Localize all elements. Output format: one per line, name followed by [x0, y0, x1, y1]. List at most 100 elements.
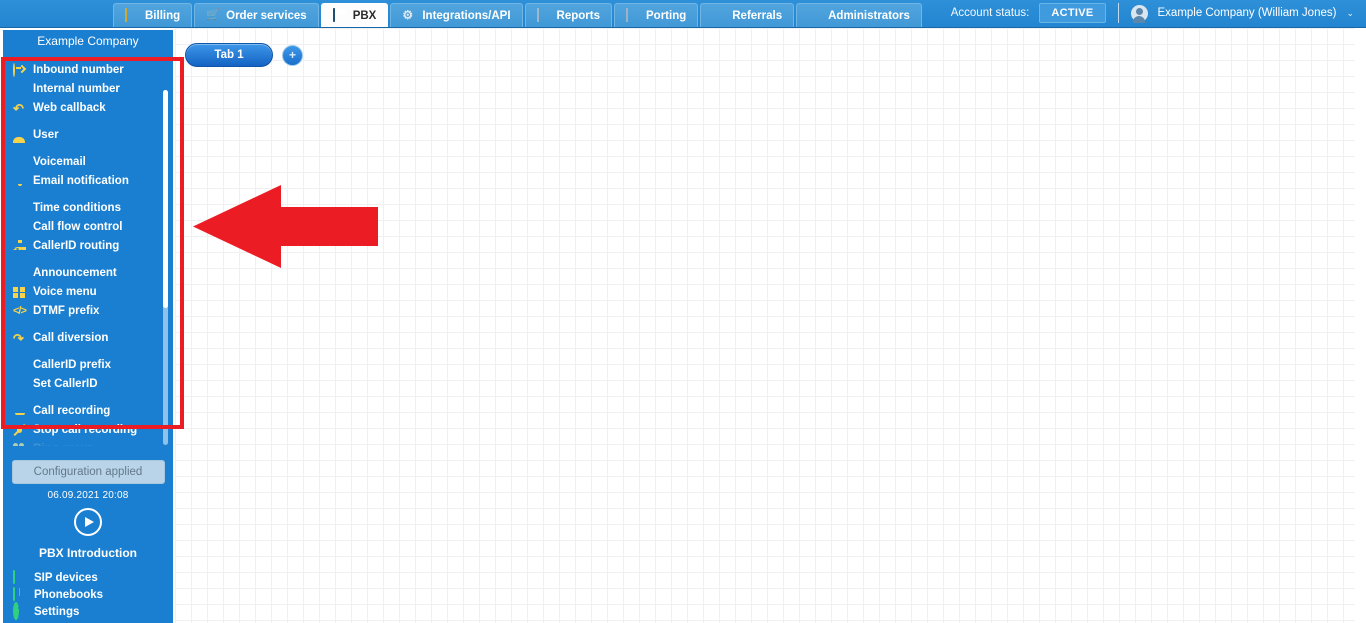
configuration-applied-button[interactable]: Configuration applied	[11, 460, 165, 484]
nav-tab-billing[interactable]: Billing	[113, 3, 193, 27]
book-icon	[13, 587, 26, 601]
sidebar-item-label: Internal number	[33, 83, 120, 95]
mobile-phone-icon	[626, 8, 640, 22]
right-margin	[1355, 28, 1366, 623]
sidebar-item-label: Ring group	[33, 443, 94, 446]
sidebar-item-stop-call-recording[interactable]: Stop call recording	[13, 421, 173, 439]
sidebar-item-label: Voice menu	[33, 286, 97, 298]
nav-tab-label: Administrators	[828, 9, 910, 22]
sidebar-scroll-area[interactable]: Inbound number Internal number ↶ Web cal…	[3, 56, 173, 446]
header-right-section: Account status: ACTIVE Example Company (…	[951, 0, 1366, 27]
sidebar-item-voice-menu[interactable]: Voice menu	[13, 283, 173, 301]
nav-tab-reports[interactable]: Reports	[524, 3, 612, 27]
nav-tab-label: PBX	[352, 9, 377, 22]
sidebar-item-settings[interactable]: Settings	[13, 602, 173, 620]
callback-arrow-icon: ↶	[13, 100, 24, 116]
sidebar-item-call-recording[interactable]: Call recording	[13, 402, 173, 420]
sidebar-item-label: Call flow control	[33, 221, 123, 233]
sidebar-scrollbar[interactable]	[163, 90, 168, 445]
sidebar-item-time-conditions[interactable]: Time conditions	[13, 199, 173, 217]
sidebar-item-label: CallerID routing	[33, 240, 120, 252]
sidebar-item-set-callerid[interactable]: Set CallerID	[13, 375, 173, 393]
sidebar-item-internal-number[interactable]: Internal number	[13, 80, 173, 98]
nav-tab-porting[interactable]: Porting	[614, 3, 699, 27]
nav-tab-pbx[interactable]: PBX	[320, 3, 389, 27]
status-badge: ACTIVE	[1039, 3, 1106, 23]
sidebar-item-announcement[interactable]: Announcement	[13, 264, 173, 282]
workspace-canvas[interactable]	[175, 28, 1355, 623]
sidebar-item-label: Voicemail	[33, 156, 86, 168]
user-dark-icon	[808, 9, 822, 22]
sidebar-bottom-panel: Configuration applied 06.09.2021 20:08 P…	[3, 448, 173, 623]
account-status-label: Account status:	[950, 7, 1030, 19]
user-icon	[13, 129, 26, 142]
chevron-down-icon[interactable]: ⌄	[1346, 8, 1354, 19]
nav-tab-integrations-api[interactable]: ⚙ Integrations/API	[390, 3, 523, 27]
play-icon[interactable]	[74, 508, 102, 536]
ring-group-icon	[13, 443, 26, 447]
nav-tab-label: Porting	[646, 9, 687, 22]
nav-tab-label: Integrations/API	[422, 9, 511, 22]
sidebar-company-title: Example Company	[3, 30, 173, 52]
megaphone-icon	[13, 267, 26, 280]
envelope-icon	[13, 156, 26, 169]
sidebar-item-sip-devices[interactable]: SIP devices	[13, 569, 173, 586]
inbound-arrow-icon	[13, 62, 26, 77]
sidebar-item-inbound-number[interactable]: Inbound number	[13, 61, 173, 79]
sidebar-item-user[interactable]: User	[13, 126, 173, 144]
sidebar-item-label: DTMF prefix	[33, 305, 100, 317]
sidebar-item-label: Announcement	[33, 267, 117, 279]
grid-menu-icon	[13, 286, 26, 299]
sidebar-item-label: SIP devices	[34, 571, 98, 584]
gear-green-icon	[13, 602, 26, 620]
sidebar-item-callerid-prefix[interactable]: CallerID prefix	[13, 356, 173, 374]
monitor-icon	[13, 570, 26, 584]
play-button-wrap	[3, 508, 173, 536]
red-left-arrow	[193, 185, 378, 268]
main-navigation: Billing 🛒 Order services PBX ⚙ Integrati…	[113, 0, 924, 27]
sidebar-item-label: Call recording	[33, 405, 111, 417]
refresh-arrow-icon: ↷	[13, 330, 24, 346]
user-menu-label[interactable]: Example Company (William Jones)	[1158, 7, 1337, 19]
nav-tab-administrators[interactable]: Administrators	[796, 3, 922, 27]
sidebar-item-label: User	[33, 129, 59, 141]
sidebar-item-label: CallerID prefix	[33, 359, 111, 371]
sidebar-item-callerid-routing[interactable]: CallerID routing	[13, 237, 173, 255]
microphone-off-icon	[13, 424, 26, 437]
list-lines-icon	[13, 359, 26, 372]
sidebar-item-voicemail[interactable]: Voicemail	[13, 153, 173, 171]
billing-icon	[125, 8, 139, 22]
sidebar-item-email-notification[interactable]: Email notification	[13, 172, 173, 190]
bell-icon	[13, 175, 26, 188]
plus-circle-icon: +	[288, 48, 296, 62]
top-header: Billing 🛒 Order services PBX ⚙ Integrati…	[0, 0, 1366, 28]
sidebar-bottom-links: SIP devices Phonebooks Settings	[3, 569, 173, 620]
user-yellow-icon	[712, 9, 726, 22]
sidebar-item-ring-group[interactable]: Ring group	[13, 440, 173, 446]
nav-tab-label: Referrals	[732, 9, 783, 22]
sidebar-item-label: Time conditions	[33, 202, 121, 214]
sidebar-item-call-diversion[interactable]: ↷ Call diversion	[13, 329, 173, 347]
sidebar-item-phonebooks[interactable]: Phonebooks	[13, 586, 173, 603]
sidebar-item-label: Call diversion	[33, 332, 109, 344]
routing-tree-icon	[13, 240, 26, 253]
nav-tab-order-services[interactable]: 🛒 Order services	[194, 3, 319, 27]
configuration-timestamp: 06.09.2021 20:08	[47, 490, 129, 501]
sidebar-item-dtmf-prefix[interactable]: </> DTMF prefix	[13, 302, 173, 320]
pbx-icon	[332, 8, 347, 22]
configuration-applied-label: Configuration applied	[33, 466, 143, 478]
sidebar-scrollbar-thumb[interactable]	[163, 90, 168, 308]
workspace-tab-1[interactable]: Tab 1	[185, 43, 273, 67]
sidebar-item-call-flow-control[interactable]: Call flow control	[13, 218, 173, 236]
nav-tab-referrals[interactable]: Referrals	[700, 3, 795, 27]
map-pin-icon	[13, 83, 26, 96]
nav-tab-label: Order services	[226, 9, 307, 22]
sidebar-item-web-callback[interactable]: ↶ Web callback	[13, 99, 173, 117]
nav-tab-label: Reports	[556, 9, 600, 22]
user-avatar-icon	[1130, 4, 1148, 23]
add-tab-button[interactable]: +	[282, 44, 303, 66]
